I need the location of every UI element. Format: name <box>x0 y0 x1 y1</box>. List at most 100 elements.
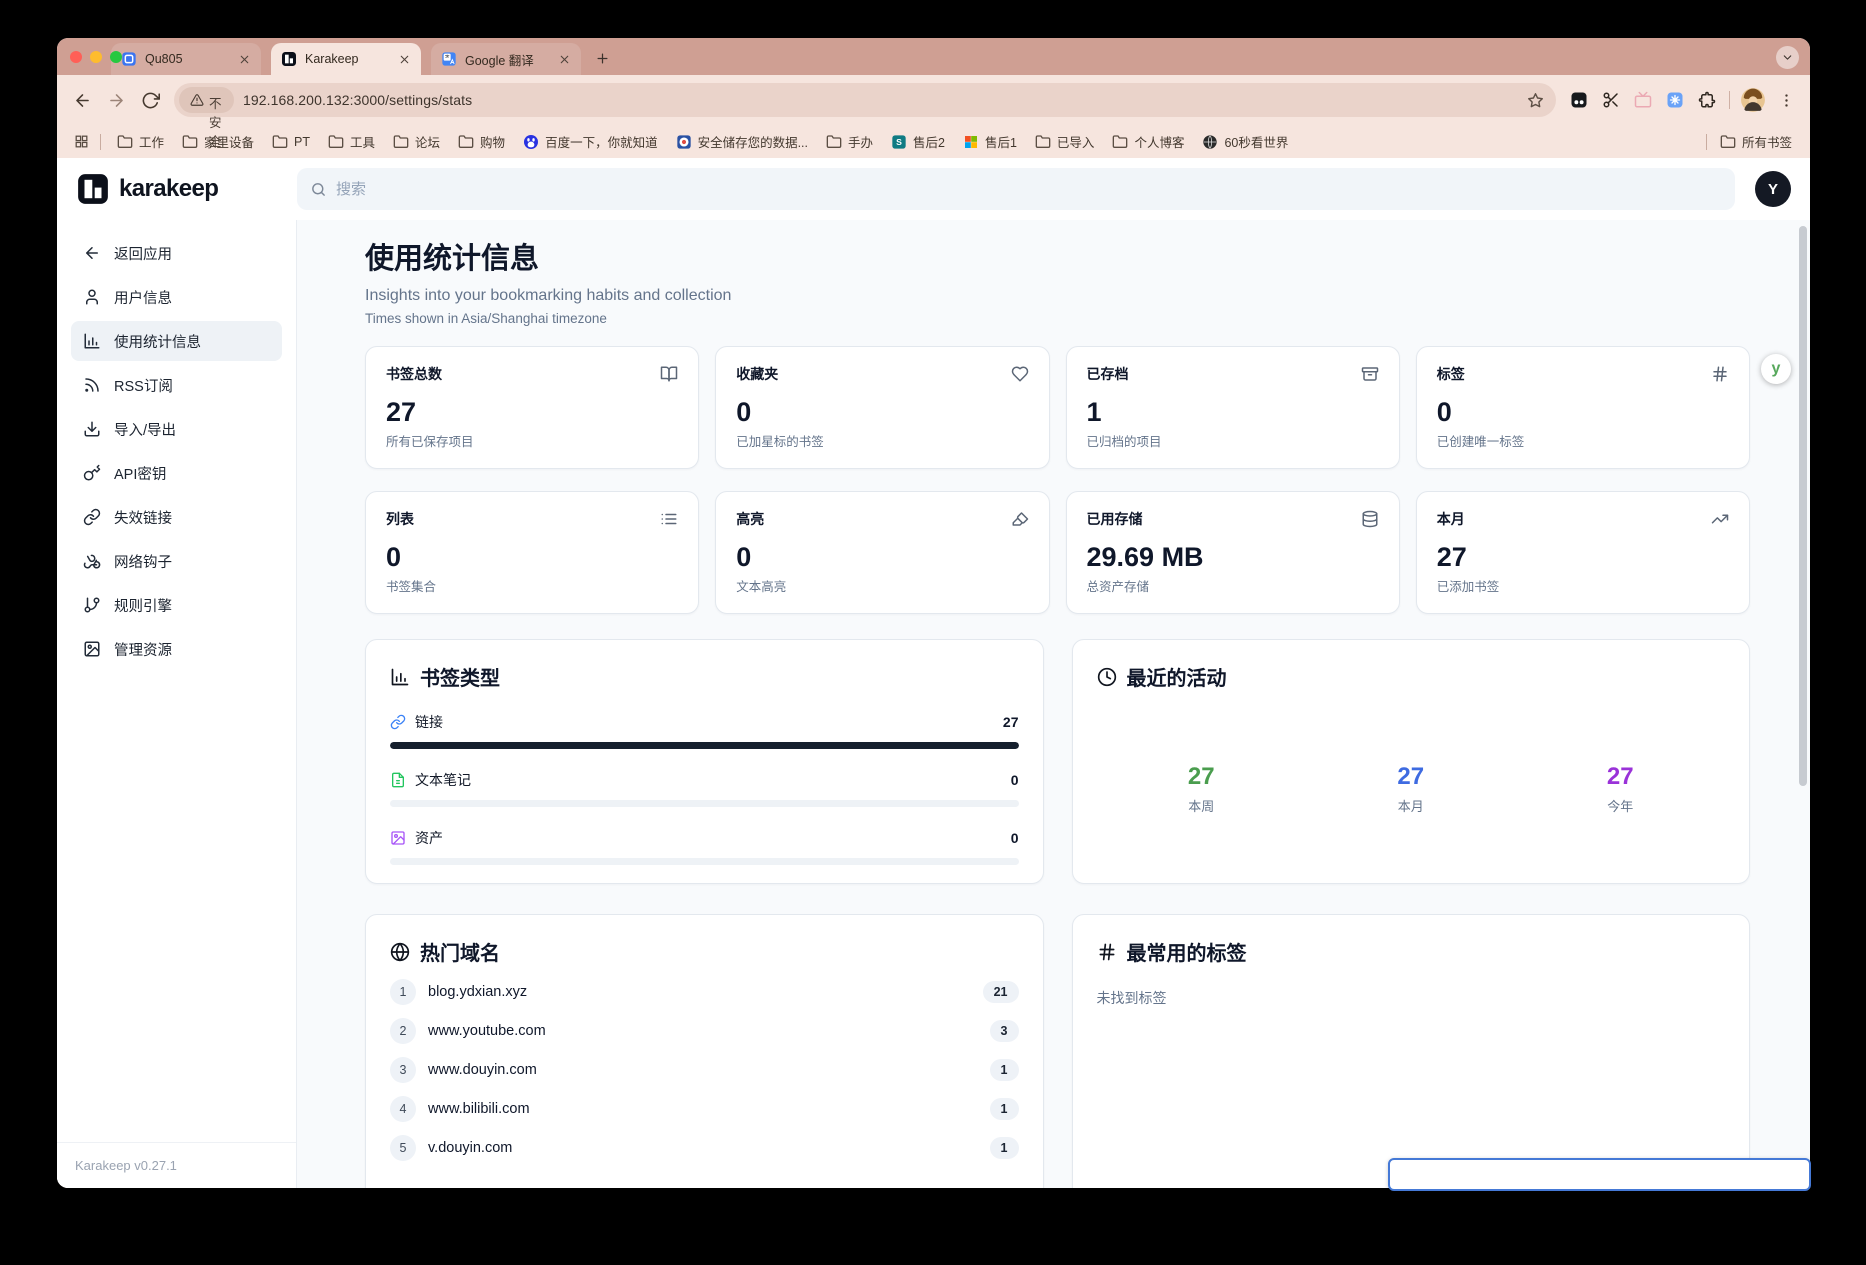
sidebar-item-icon <box>83 376 101 394</box>
search-input[interactable] <box>336 181 1722 198</box>
user-avatar[interactable]: Y <box>1755 171 1791 207</box>
sidebar-item-icon <box>83 596 101 614</box>
back-button[interactable] <box>66 84 98 116</box>
tab-close-icon[interactable] <box>398 53 411 66</box>
bookmark-types-panel: 书签类型 链接 27 <box>365 639 1044 884</box>
zoom-window-button[interactable] <box>110 51 122 63</box>
bookmarks-separator-right <box>1706 134 1707 150</box>
karakeep-logo[interactable]: karakeep <box>57 172 297 206</box>
top-tags-title-row: 最常用的标签 <box>1097 937 1726 966</box>
tab-close-icon[interactable] <box>558 53 571 66</box>
sidebar-item-icon <box>83 464 101 482</box>
extensions-menu-button[interactable] <box>1692 85 1722 115</box>
forward-button[interactable] <box>100 84 132 116</box>
bookmark-star-button[interactable] <box>1521 86 1549 114</box>
bookmark-item[interactable]: 手办 <box>817 130 882 154</box>
bookmark-item[interactable]: 工具 <box>319 130 384 154</box>
hash-icon <box>1097 942 1117 962</box>
sidebar-item[interactable]: 网络钩子 <box>71 541 282 581</box>
extension-button-scissors[interactable] <box>1596 85 1626 115</box>
bookmark-type-label: 文本笔记 <box>415 770 1002 790</box>
search-icon <box>310 181 327 198</box>
sidebar-item-label: 使用统计信息 <box>114 331 201 352</box>
sidebar-item[interactable]: 使用统计信息 <box>71 321 282 361</box>
stat-card-label: 收藏夹 <box>736 364 778 384</box>
bookmark-favicon <box>1112 134 1128 150</box>
browser-tab[interactable]: Qu805 <box>111 43 261 75</box>
status-overlay-box <box>1388 1158 1811 1191</box>
browser-tab[interactable]: Google 翻译 <box>431 43 581 75</box>
security-label: 不安全 <box>209 93 223 107</box>
stat-card: 本月 27 已添加书签 <box>1416 491 1750 614</box>
minimize-window-button[interactable] <box>90 51 102 63</box>
domain-row: 4 www.bilibili.com 1 <box>390 1096 1019 1122</box>
bookmark-type-value: 0 <box>1011 830 1019 846</box>
tab-close-icon[interactable] <box>238 53 251 66</box>
stat-card-header: 高亮 <box>736 509 1028 529</box>
bookmark-item[interactable]: PT <box>263 130 319 154</box>
sidebar-item[interactable]: 用户信息 <box>71 277 282 317</box>
bookmark-item[interactable]: 家里设备 <box>173 130 263 154</box>
address-bar[interactable]: 不安全 192.168.200.132:3000/settings/stats <box>174 83 1556 117</box>
browser-tab[interactable]: Karakeep <box>271 43 421 75</box>
page-scrollbar-thumb[interactable] <box>1799 226 1807 786</box>
stat-card: 书签总数 27 所有已保存项目 <box>365 346 699 469</box>
stat-card-header: 书签总数 <box>386 364 678 384</box>
bookmark-item[interactable]: S 售后2 <box>882 130 954 154</box>
bookmark-label: 安全储存您的数据... <box>698 132 808 151</box>
extension-button-dark[interactable] <box>1564 85 1594 115</box>
bookmark-item[interactable]: 工作 <box>108 130 173 154</box>
browser-window: Qu805 Karakeep Google 翻译 <box>57 38 1810 1188</box>
sidebar-item-label: 返回应用 <box>114 243 172 264</box>
browser-menu-button[interactable] <box>1771 85 1801 115</box>
stat-card: 高亮 0 文本高亮 <box>715 491 1049 614</box>
sidebar-item[interactable]: RSS订阅 <box>71 365 282 405</box>
bookmark-label: 售后1 <box>985 132 1017 151</box>
bookmark-item[interactable]: 售后1 <box>954 130 1026 154</box>
sidebar-item[interactable]: 返回应用 <box>71 233 282 273</box>
bookmark-item[interactable]: 论坛 <box>384 130 449 154</box>
bookmark-item[interactable]: 购物 <box>449 130 514 154</box>
bookmark-type-bar-track <box>390 742 1019 749</box>
bookmark-type-icon <box>390 714 406 730</box>
top-domains-title-row: 热门域名 <box>390 937 1019 966</box>
bookmark-item[interactable]: 已导入 <box>1026 130 1104 154</box>
stat-card-label: 已用存储 <box>1087 509 1143 529</box>
translate-float-button[interactable]: y <box>1761 354 1791 384</box>
domain-row: 1 blog.ydxian.xyz 21 <box>390 979 1019 1005</box>
sidebar-item[interactable]: 导入/导出 <box>71 409 282 449</box>
bookmark-item[interactable]: 安全储存您的数据... <box>667 130 817 154</box>
sidebar-item[interactable]: 规则引擎 <box>71 585 282 625</box>
tab-search-button[interactable] <box>1776 46 1799 69</box>
bar-chart-icon <box>390 667 410 687</box>
reload-button[interactable] <box>134 84 166 116</box>
bookmark-type-head: 文本笔记 0 <box>390 770 1019 790</box>
sidebar-item[interactable]: 管理资源 <box>71 629 282 669</box>
activity-value: 27 <box>1188 763 1215 791</box>
close-window-button[interactable] <box>70 51 82 63</box>
bookmark-item[interactable]: 个人博客 <box>1103 130 1193 154</box>
all-bookmarks-button[interactable]: 所有书签 <box>1714 132 1798 151</box>
stat-card-icon <box>1711 365 1729 383</box>
page-subtitle: Insights into your bookmarking habits an… <box>365 285 1750 307</box>
bookmark-label: 百度一下，你就知道 <box>545 132 658 151</box>
extension-button-tv[interactable] <box>1628 85 1658 115</box>
bookmark-item[interactable]: 百度一下，你就知道 <box>514 130 667 154</box>
stat-card-value: 0 <box>736 397 1028 427</box>
sidebar-item[interactable]: 失效链接 <box>71 497 282 537</box>
bookmark-item[interactable]: 60秒看世界 <box>1193 130 1297 154</box>
stat-card: 已存档 1 已归档的项目 <box>1066 346 1400 469</box>
security-badge[interactable]: 不安全 <box>179 87 234 113</box>
sidebar-item[interactable]: API密钥 <box>71 453 282 493</box>
apps-shortcut-button[interactable] <box>69 130 93 154</box>
tab-favicon <box>121 51 137 67</box>
traffic-lights <box>70 51 122 63</box>
domain-name: www.douyin.com <box>428 1062 978 1078</box>
extension-button-translate[interactable] <box>1660 85 1690 115</box>
search-bar[interactable] <box>297 168 1735 210</box>
stat-card-sublabel: 已加星标的书签 <box>736 431 1028 450</box>
new-tab-button[interactable] <box>589 45 615 71</box>
sidebar-item-label: RSS订阅 <box>114 375 173 396</box>
browser-profile-avatar[interactable] <box>1740 87 1766 113</box>
activity-label: 本月 <box>1397 796 1424 815</box>
